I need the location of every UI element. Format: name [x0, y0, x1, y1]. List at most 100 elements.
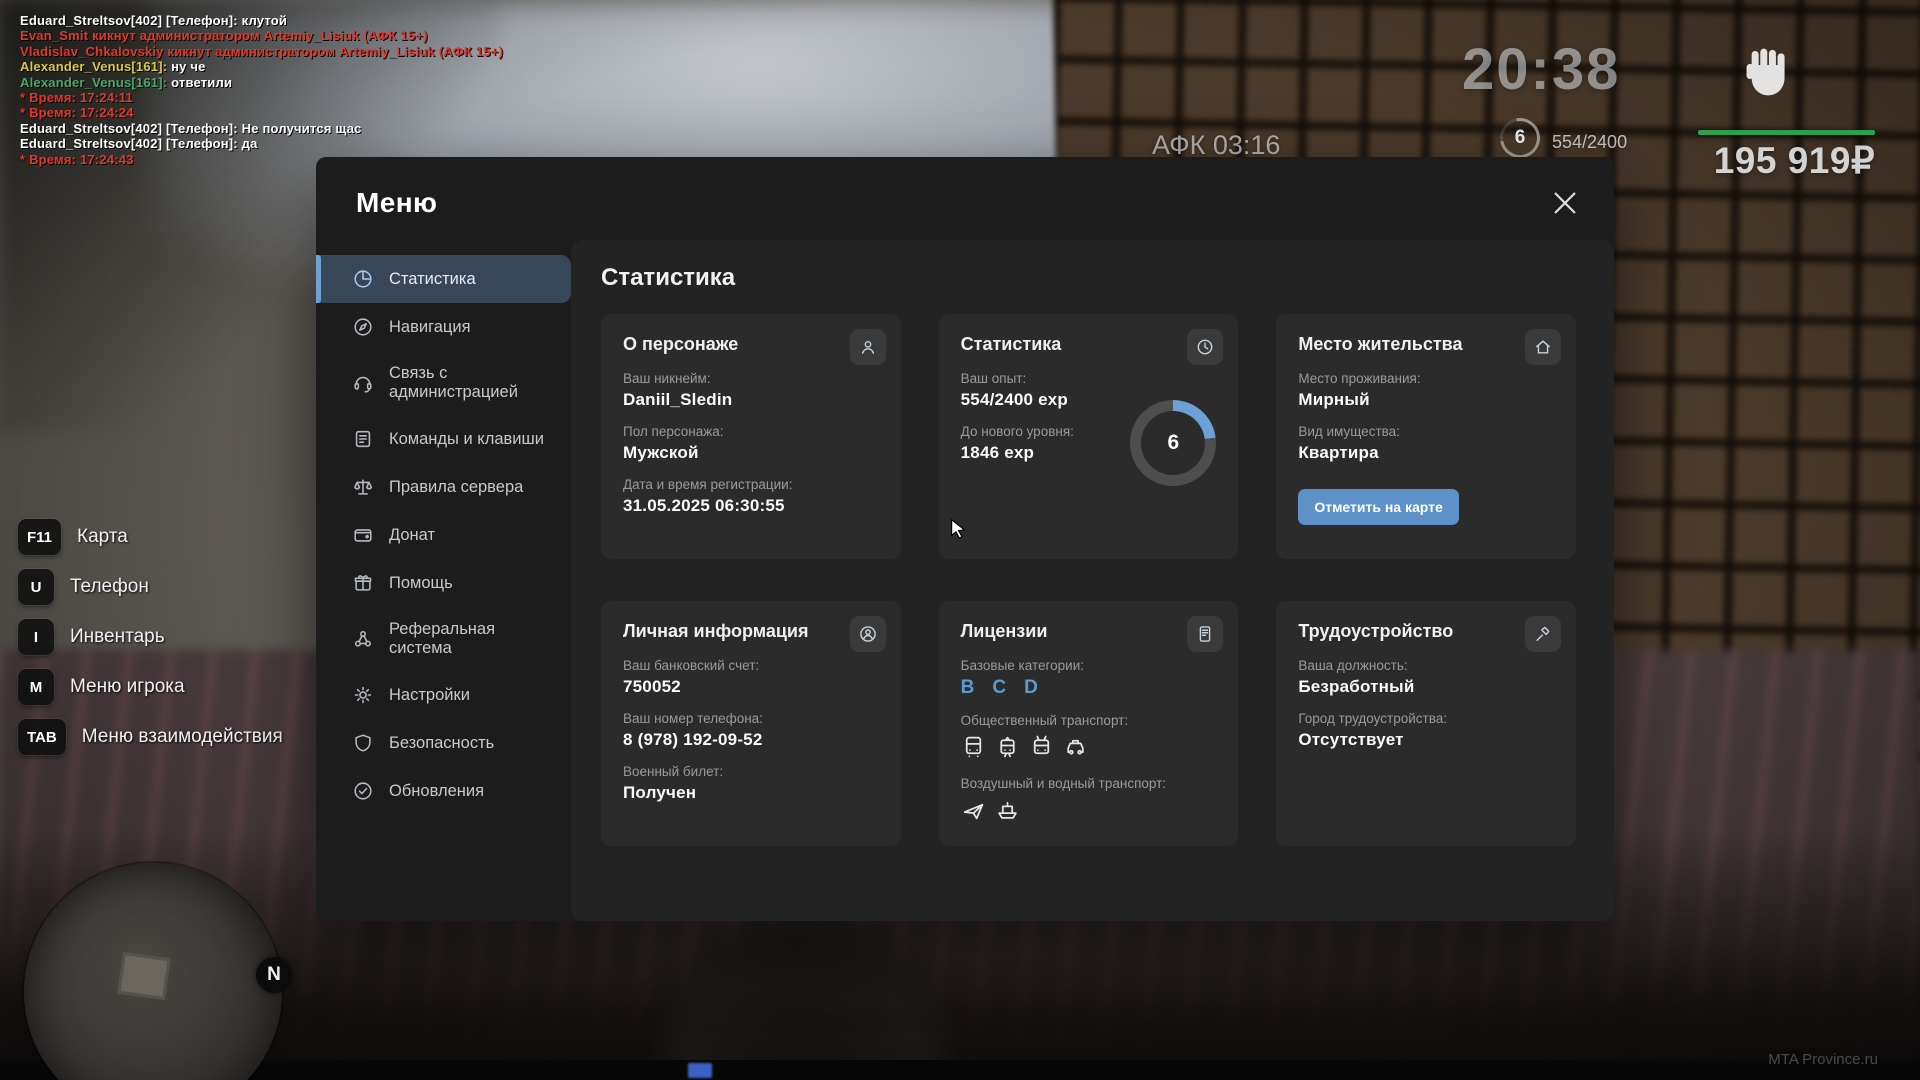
sidebar-item-server-rules[interactable]: Правила сервера: [316, 463, 571, 511]
sidebar-item-label: Донат: [389, 526, 549, 545]
license-categories: BCD: [961, 677, 1217, 699]
sidebar-item-label: Навигация: [389, 318, 549, 337]
license-card-icon: [1187, 616, 1223, 652]
mark-on-map-button[interactable]: Отметить на карте: [1298, 489, 1458, 525]
field-registration: Дата и время регистрации: 31.05.2025 06:…: [623, 477, 879, 516]
hotkey-key-badge: M: [18, 669, 54, 705]
exp-level-ring: 6: [1130, 400, 1216, 486]
plane-icon: [961, 797, 986, 827]
hotkey-inventory: I Инвентарь: [18, 619, 283, 655]
hud-level-ring: 6: [1500, 118, 1540, 158]
sidebar-item-donate[interactable]: Донат: [316, 511, 571, 559]
money-progress-bar: [1698, 130, 1875, 135]
trolleybus-icon: [1029, 734, 1054, 764]
sidebar-item-label: Настройки: [389, 686, 549, 705]
hotkey-key-badge: F11: [18, 519, 61, 555]
keyboard-icon: [352, 428, 374, 450]
field-nickname: Ваш никнейм: Daniil_Sledin: [623, 371, 879, 410]
exp-level: 6: [1167, 431, 1179, 455]
field-job-city: Город трудоустройства: Отсутствует: [1298, 711, 1554, 750]
pie-chart-icon: [352, 268, 374, 290]
menu-title: Меню: [356, 187, 437, 219]
tram-icon: [995, 734, 1020, 764]
clock: 20:38: [1462, 36, 1620, 103]
shield-icon: [352, 732, 374, 754]
bottom-black-bar: [0, 1060, 1920, 1080]
license-category-c: C: [992, 677, 1006, 699]
taxi-icon: [1063, 734, 1088, 764]
sidebar-item-label: Правила сервера: [389, 478, 549, 497]
field-next-level: До нового уровня: 1846 exp: [961, 424, 1126, 463]
sidebar-item-label: Безопасность: [389, 734, 549, 753]
sidebar-item-label: Связь с администрацией: [389, 364, 549, 402]
card-employment: Трудоустройство Ваша должность: Безработ…: [1276, 601, 1576, 846]
license-category-b: B: [961, 677, 975, 699]
network-icon: [352, 628, 374, 650]
card-licenses: Лицензии Базовые категории: BCD Обществе…: [939, 601, 1239, 846]
public-transport-licenses: [961, 734, 1217, 764]
hotkey-label: Меню взаимодействия: [82, 726, 283, 748]
chat-line: Eduard_Streltsov[402] [Телефон]: клутой: [20, 13, 503, 28]
hotkey-label: Инвентарь: [70, 626, 165, 648]
compass-north-icon: N: [256, 957, 292, 993]
gear-icon: [352, 684, 374, 706]
hotkey-interaction-menu: TAB Меню взаимодействия: [18, 719, 283, 755]
close-icon[interactable]: [1550, 188, 1580, 218]
menu-header: Меню: [356, 187, 1580, 219]
field-property-type: Вид имущества: Квартира: [1298, 424, 1554, 463]
game-screen: Eduard_Streltsov[402] [Телефон]: клутойE…: [0, 0, 1920, 1080]
chat-line: * Время: 17:24:24: [20, 105, 503, 120]
sidebar-item-referral-system[interactable]: Реферальная система: [316, 607, 571, 671]
bus-icon: [961, 734, 986, 764]
content-title: Статистика: [601, 264, 735, 292]
chat-line: Alexander_Venus[161]: ну че: [20, 59, 503, 74]
chat-line: Alexander_Venus[161]: ответили: [20, 75, 503, 90]
sidebar-item-label: Статистика: [389, 270, 549, 289]
field-residence-city: Место проживания: Мирный: [1298, 371, 1554, 410]
hotkey-label: Меню игрока: [70, 676, 185, 698]
hammer-icon: [1525, 616, 1561, 652]
sidebar-item-statistics[interactable]: Статистика: [316, 255, 571, 303]
gift-icon: [352, 572, 374, 594]
profile-icon: [850, 616, 886, 652]
minimap-building: [117, 952, 170, 1000]
money-amount: 195 919₽: [1655, 139, 1875, 182]
sidebar-item-help[interactable]: Помощь: [316, 559, 571, 607]
card-title: Личная информация: [623, 621, 879, 642]
hotkey-key-badge: TAB: [18, 719, 66, 755]
field-military-id: Военный билет: Получен: [623, 764, 879, 803]
update-icon: [352, 780, 374, 802]
chat-line: Vladislav_Chkalovskiy кикнут администрат…: [20, 44, 503, 59]
air-water-licenses: [961, 797, 1217, 827]
sidebar-item-security[interactable]: Безопасность: [316, 719, 571, 767]
hotkey-label: Телефон: [70, 576, 149, 598]
mouse-cursor: [948, 518, 970, 542]
hotkey-key-badge: I: [18, 619, 54, 655]
compass-icon: [352, 316, 374, 338]
gauge-icon: [1187, 329, 1223, 365]
license-categories-label: Базовые категории:: [961, 658, 1217, 673]
card-residence: Место жительства Место проживания: Мирны…: [1276, 314, 1576, 559]
card-title: Статистика: [961, 334, 1217, 355]
sidebar-item-navigation[interactable]: Навигация: [316, 303, 571, 351]
field-bank-account: Ваш банковский счет: 750052: [623, 658, 879, 697]
hotkey-list: F11КартаUТелефонIИнвентарьMМеню игрокаTA…: [18, 519, 283, 769]
field-job: Ваша должность: Безработный: [1298, 658, 1554, 697]
license-category-d: D: [1024, 677, 1038, 699]
home-icon: [1525, 329, 1561, 365]
wallet-icon: [352, 524, 374, 546]
chat-log: Eduard_Streltsov[402] [Телефон]: клутойE…: [20, 13, 503, 167]
field-exp: Ваш опыт: 554/2400 exp: [961, 371, 1126, 410]
hotkey-player-menu: M Меню игрока: [18, 669, 283, 705]
sidebar-item-settings[interactable]: Настройки: [316, 671, 571, 719]
hotkey-phone: U Телефон: [18, 569, 283, 605]
menu-content: Статистика О персонаже Ваш никнейм: Dani…: [571, 240, 1614, 921]
chat-line: Evan_Smit кикнут администратором Artemiy…: [20, 28, 503, 43]
sidebar-item-updates[interactable]: Обновления: [316, 767, 571, 815]
server-watermark: MTA Province.ru: [1768, 1051, 1878, 1068]
sidebar-item-label: Реферальная система: [389, 620, 549, 658]
hotkey-key-badge: U: [18, 569, 54, 605]
sidebar-item-admin-contact[interactable]: Связь с администрацией: [316, 351, 571, 415]
sidebar-item-commands-keys[interactable]: Команды и клавиши: [316, 415, 571, 463]
field-phone-number: Ваш номер телефона: 8 (978) 192-09-52: [623, 711, 879, 750]
